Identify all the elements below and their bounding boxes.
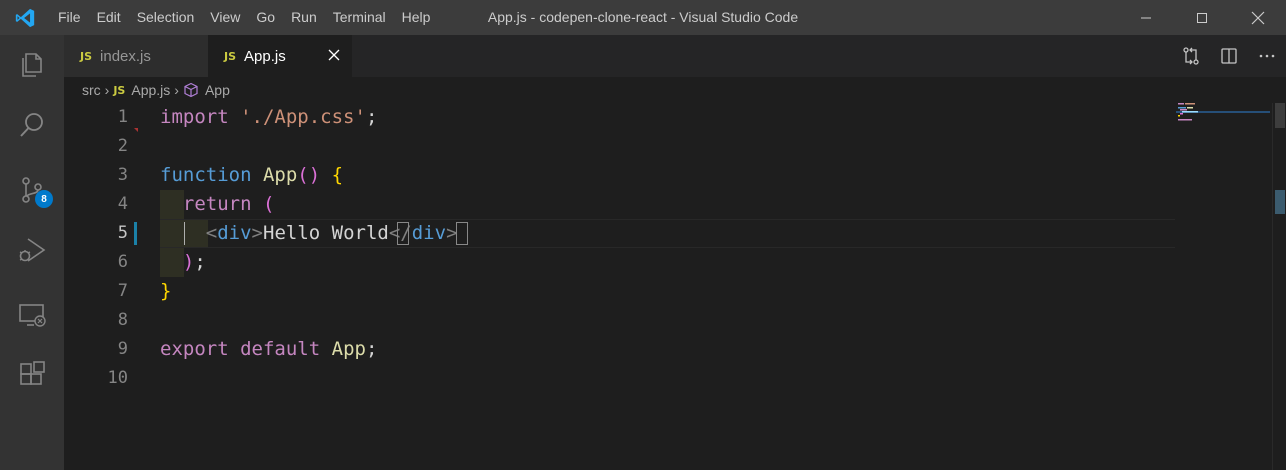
minimize-button[interactable] — [1118, 0, 1174, 35]
line-number: 9 — [117, 339, 128, 359]
menu-terminal[interactable]: Terminal — [325, 0, 394, 35]
code-content[interactable]: import './App.css'; function App() { ret… — [160, 103, 1200, 470]
menu-view[interactable]: View — [202, 0, 248, 35]
tab-label: index.js — [100, 47, 151, 65]
activity-bar: 8 — [0, 35, 64, 470]
minimize-icon — [1141, 17, 1151, 18]
menu-go[interactable]: Go — [248, 0, 283, 35]
files-icon — [22, 53, 42, 77]
menu-run[interactable]: Run — [283, 0, 325, 35]
vscode-logo-icon[interactable] — [0, 0, 50, 35]
close-tab-button[interactable] — [326, 47, 342, 63]
vscode-window: File Edit Selection View Go Run Terminal… — [0, 0, 1286, 470]
code-line-4: return ( — [182, 193, 275, 215]
menu-selection[interactable]: Selection — [129, 0, 203, 35]
compare-changes-icon — [1183, 47, 1199, 65]
tab-index-js[interactable]: JS index.js — [64, 35, 208, 77]
line-number: 1 — [117, 107, 128, 127]
git-deleted-marker[interactable] — [134, 128, 138, 132]
close-icon — [1251, 11, 1265, 24]
line-number: 7 — [117, 281, 128, 301]
run-debug-button[interactable] — [0, 220, 64, 280]
bracket-match-highlight — [397, 222, 409, 245]
line-number: 3 — [117, 165, 128, 185]
menu-file[interactable]: File — [50, 0, 89, 35]
line-number: 5 — [117, 223, 128, 243]
code-line-9: export default App; — [160, 338, 378, 360]
explorer-button[interactable] — [0, 35, 64, 95]
js-file-icon: JS — [80, 49, 93, 63]
code-line-5: <div>Hello World</div> — [205, 222, 458, 244]
extensions-button[interactable] — [0, 345, 64, 405]
split-editor-button[interactable] — [1210, 35, 1248, 77]
remote-explorer-icon — [19, 304, 46, 327]
close-icon — [328, 49, 340, 61]
minimap[interactable] — [1176, 103, 1270, 470]
line-number-gutter: 1 2 3 4 5 6 7 8 9 10 — [64, 103, 160, 470]
editor-actions — [1172, 35, 1286, 77]
source-control-button[interactable]: 8 — [0, 160, 64, 220]
code-line-3: function App() { — [160, 164, 344, 186]
chevron-right-icon: › — [174, 82, 179, 98]
line-number: 10 — [107, 368, 128, 388]
search-icon — [20, 113, 43, 137]
line-number: 8 — [117, 310, 128, 330]
tab-app-js[interactable]: JS App.js — [208, 35, 352, 77]
js-file-icon: JS — [224, 49, 237, 63]
code-editor[interactable]: 1 2 3 4 5 6 7 8 9 10 import './App.css';… — [64, 103, 1286, 470]
open-changes-button[interactable] — [1172, 35, 1210, 77]
split-editor-icon — [1221, 48, 1237, 64]
code-line-6: ); — [182, 251, 206, 273]
scrollbar-thumb[interactable] — [1275, 103, 1285, 128]
breadcrumb-folder[interactable]: src — [82, 82, 101, 98]
chevron-right-icon: › — [104, 82, 110, 98]
close-window-button[interactable] — [1230, 0, 1286, 35]
js-file-icon: JS — [113, 83, 126, 97]
tab-label: App.js — [244, 47, 286, 65]
line-number: 4 — [117, 194, 128, 214]
maximize-icon — [1197, 12, 1207, 23]
breadcrumb-symbol[interactable]: App — [205, 82, 230, 98]
menu-bar: File Edit Selection View Go Run Terminal… — [50, 0, 438, 35]
remote-explorer-button[interactable] — [0, 285, 64, 345]
tab-bar: JS index.js JS App.js — [64, 35, 1286, 77]
minimap-preview — [1176, 103, 1270, 133]
line-number: 6 — [117, 252, 128, 272]
more-actions-button[interactable] — [1248, 35, 1286, 77]
source-control-badge: 8 — [35, 190, 53, 208]
run-debug-icon — [19, 238, 46, 262]
git-modified-marker[interactable] — [134, 222, 137, 245]
code-line-1: import './App.css'; — [160, 106, 378, 128]
breadcrumb: src › JS App.js › App — [64, 77, 1286, 103]
search-button[interactable] — [0, 95, 64, 155]
extensions-icon — [20, 361, 45, 385]
ellipsis-icon — [1259, 54, 1275, 58]
scrollbar-change-marker — [1275, 190, 1285, 214]
text-cursor — [184, 222, 185, 245]
code-line-7: } — [160, 280, 172, 302]
vertical-scrollbar[interactable] — [1272, 103, 1286, 470]
menu-help[interactable]: Help — [394, 0, 439, 35]
bracket-match-highlight — [456, 222, 468, 245]
menu-edit[interactable]: Edit — [89, 0, 129, 35]
title-bar: File Edit Selection View Go Run Terminal… — [0, 0, 1286, 35]
breadcrumb-file[interactable]: App.js — [131, 82, 170, 98]
symbol-class-icon — [184, 82, 198, 98]
window-controls — [1118, 0, 1286, 35]
line-number: 2 — [117, 136, 128, 156]
maximize-button[interactable] — [1174, 0, 1230, 35]
